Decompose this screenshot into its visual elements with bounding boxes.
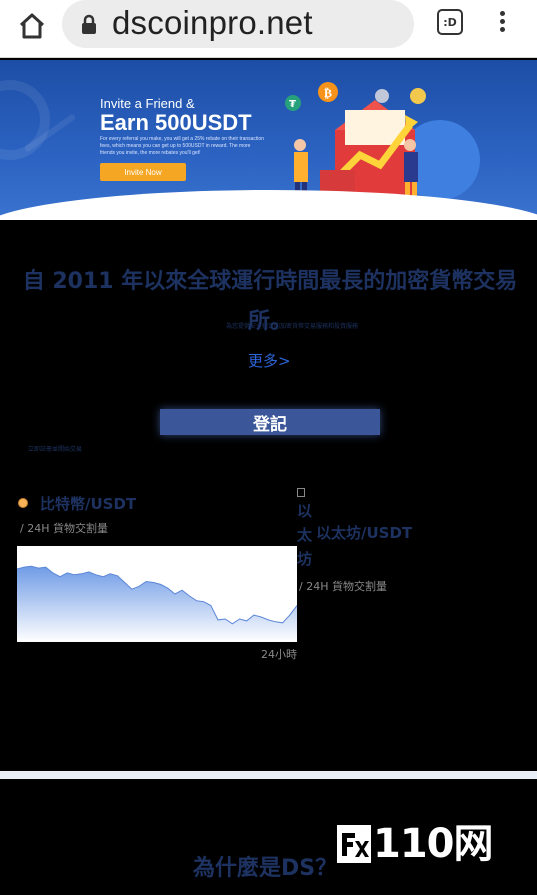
more-link[interactable]: 更多> [248,350,291,371]
broken-image-icon [297,488,305,497]
banner-headline: Earn 500USDT [100,110,252,135]
home-icon[interactable] [16,10,48,42]
browser-toolbar: dscoinpro.net :D [0,0,537,58]
watermark-logo [337,825,371,863]
overflow-menu-icon[interactable] [496,8,508,38]
banner-title: Invite a Friend & [100,96,195,111]
chart-range-label: 24小時 [261,648,297,661]
price-chart-btc[interactable] [17,546,297,642]
chart-area [17,566,297,642]
fx110-watermark: 110网 [337,822,493,866]
eth-icon-alt-text: 以太坊 [297,502,313,568]
svg-text:₮: ₮ [289,99,296,110]
tab-switcher-button[interactable]: :D [437,9,463,35]
url-text: dscoinpro.net [112,4,313,41]
invite-now-button[interactable]: Invite Now [100,163,186,181]
market-pair-btc[interactable]: 比特幣/USDT [40,493,136,514]
watermark-text: 110网 [373,821,493,867]
market-volume-btc: / 24H 貨物交割量 [20,522,108,535]
hero-title: 自 2011 年以來全球運行時間最長的加密貨幣交易所。 [22,269,518,334]
market-volume-eth: / 24H 貨物交割量 [299,580,387,593]
lock-icon [80,14,98,34]
promo-banner[interactable]: Invite a Friend & Earn 500USDT For every… [0,60,537,220]
svg-text:₿: ₿ [324,86,332,100]
why-section-title: 為什麼是DS？ [193,856,338,881]
banner-body: For every referral you make, you will ge… [100,136,264,156]
hero-subtitle: 為您提供安全穩定的加密貨幣交易服務和投資服務 [226,323,359,330]
market-pair-eth[interactable]: 以太坊/USDT [316,522,412,543]
register-note: 立即註冊並開始交易 [28,446,83,453]
ethereum-icon-broken-image: 以太坊 [297,488,317,571]
register-button[interactable]: 登記 [160,409,380,435]
section-divider [0,771,537,779]
address-bar[interactable]: dscoinpro.net [62,0,414,48]
bitcoin-icon [18,498,28,508]
